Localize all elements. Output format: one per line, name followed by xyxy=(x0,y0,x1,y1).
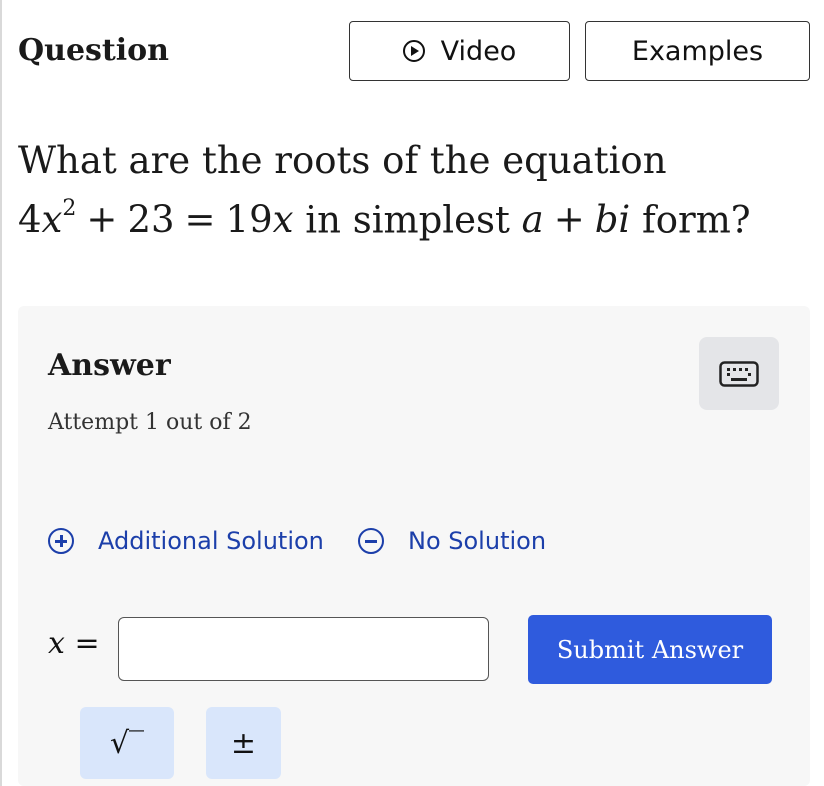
plus-minus-button[interactable]: ± xyxy=(206,707,281,779)
examples-label: Examples xyxy=(631,35,764,67)
no-solution-button[interactable]: No Solution xyxy=(358,527,546,555)
square-root-icon: √‾ xyxy=(109,725,145,761)
question-heading: Question xyxy=(18,33,169,68)
question-text: What are the roots of the equation 4x2 +2… xyxy=(18,135,808,246)
keyboard-icon xyxy=(719,360,759,387)
x-equals-label: x = xyxy=(48,626,100,661)
play-circle-icon xyxy=(402,40,425,62)
question-end-text: form? xyxy=(642,198,751,242)
equation: 4x2 +23 = 19x xyxy=(18,196,294,242)
keyboard-button[interactable] xyxy=(699,337,779,410)
question-line-2: 4x2 +23 = 19x in simplest a + bi form? xyxy=(18,187,808,246)
plus-circle-icon xyxy=(48,528,74,554)
answer-input[interactable] xyxy=(118,617,489,681)
answer-heading: Answer xyxy=(48,348,171,383)
square-root-button[interactable]: √‾ xyxy=(80,707,174,779)
video-label: Video xyxy=(440,35,517,67)
question-line-1: What are the roots of the equation xyxy=(18,139,667,182)
left-border xyxy=(0,0,2,786)
additional-solution-button[interactable]: Additional Solution xyxy=(48,527,324,555)
video-button[interactable]: Video xyxy=(349,21,570,81)
examples-button[interactable]: Examples xyxy=(585,21,810,81)
no-solution-label: No Solution xyxy=(408,527,547,555)
attempt-counter: Attempt 1 out of 2 xyxy=(48,410,252,435)
question-mid-text: in simplest xyxy=(305,198,510,242)
form-expression: a + bi xyxy=(521,198,631,242)
plus-minus-icon: ± xyxy=(230,725,257,761)
submit-answer-button[interactable]: Submit Answer xyxy=(528,615,772,684)
additional-solution-label: Additional Solution xyxy=(98,527,324,555)
minus-circle-icon xyxy=(358,528,384,554)
